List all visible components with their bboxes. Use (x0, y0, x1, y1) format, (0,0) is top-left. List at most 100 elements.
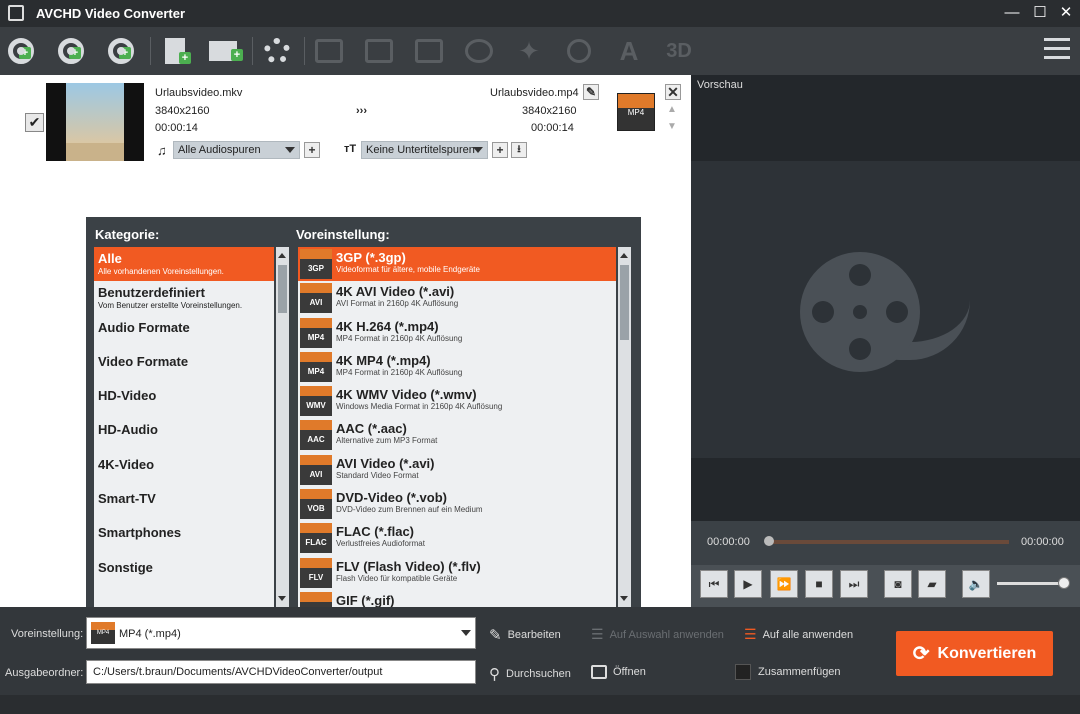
rename-button[interactable]: ✎ (583, 84, 599, 100)
category-item[interactable]: Benutzerdefiniert Vom Benutzer erstellte … (94, 281, 274, 315)
preset-description: MP4 Format in 2160p 4K Auflösung (336, 367, 463, 377)
preset-description: Standard Video Format (336, 470, 419, 480)
apply-all-icon: ☰ (744, 626, 757, 642)
seek-track[interactable] (766, 540, 1009, 544)
preset-description: Alternative zum MP3 Format (336, 436, 438, 446)
maximize-button[interactable]: ☐ (1030, 3, 1050, 23)
skip-forward-icon: ⏭ (848, 577, 860, 591)
preset-item[interactable]: FLV FLV (Flash Video) (*.flv) Flash Video … (298, 556, 616, 590)
convert-arrow: ››› (356, 105, 367, 117)
add-iso-button[interactable]: + (104, 35, 138, 67)
snapshot-folder-button[interactable]: ▰ (918, 570, 946, 598)
preset-item[interactable]: GIF GIF (*.gif) (298, 590, 616, 607)
preset-scrollbar[interactable] (618, 247, 631, 607)
edit-video-icon (365, 39, 393, 63)
category-header: Kategorie: (95, 227, 160, 242)
frame-step-button[interactable]: ⏩ (770, 570, 798, 598)
convert-button[interactable]: ⟳ Konvertieren (896, 631, 1053, 676)
preset-name: GIF (*.gif) (336, 592, 395, 607)
rotate-button[interactable] (462, 35, 496, 67)
bluray-icon: + (58, 38, 84, 64)
move-up-icon[interactable]: ▲ (667, 104, 677, 115)
edit-button[interactable] (362, 35, 396, 67)
preset-name: AAC (*.aac) (336, 421, 407, 437)
preset-item[interactable]: VOB DVD-Video (*.vob) DVD-Video zum Brenne… (298, 487, 616, 521)
category-item[interactable]: Sonstige (94, 556, 274, 590)
category-item[interactable]: HD-Video (94, 384, 274, 418)
preset-name: 4K H.264 (*.mp4) (336, 318, 439, 334)
category-item[interactable]: Audio Formate (94, 316, 274, 350)
add-file-button[interactable]: + (158, 35, 192, 67)
preset-description: Windows Media Format in 2160p 4K Auflösu… (336, 402, 503, 412)
preset-item[interactable]: 3GP 3GP (*.3gp) Videoformat für ältere, mo… (298, 247, 616, 282)
add-folder-button[interactable]: + (206, 35, 243, 67)
frame-step-icon: ⏩ (776, 577, 792, 591)
category-item[interactable]: Video Formate (94, 350, 274, 384)
category-item[interactable]: HD-Audio (94, 418, 274, 452)
preset-select[interactable]: MP4 MP4 (*.mp4) (86, 617, 476, 649)
category-item[interactable]: Smart-TV (94, 487, 274, 521)
edit-preset-button[interactable]: ✎ Bearbeiten (489, 626, 561, 644)
browse-button[interactable]: ⚲ Durchsuchen (489, 665, 571, 683)
3d-button[interactable]: 3D (662, 35, 696, 67)
volume-slider[interactable] (997, 582, 1067, 585)
edit-icon: ✎ (489, 627, 502, 644)
toolbar-separator (304, 37, 305, 65)
snapshot-button[interactable]: ◙ (884, 570, 912, 598)
preset-item[interactable]: MP4 4K H.264 (*.mp4) MP4 Format in 2160p 4… (298, 316, 616, 350)
preset-item[interactable]: AVI 4K AVI Video (*.avi) AVI Format in 216… (298, 281, 616, 315)
cut-button[interactable] (312, 35, 346, 67)
subtitle-select[interactable]: Keine Untertitelspuren (361, 141, 488, 159)
minimize-button[interactable]: — (1002, 3, 1022, 23)
apply-all-button[interactable]: ☰ Auf alle anwenden (744, 626, 853, 643)
preset-name: FLAC (*.flac) (336, 524, 414, 540)
music-note-icon: ♫ (157, 143, 167, 158)
play-button[interactable]: ▶ (734, 570, 762, 598)
preset-item[interactable]: AVI AVI Video (*.avi) Standard Video Forma… (298, 453, 616, 487)
stop-button[interactable]: ■ (805, 570, 833, 598)
seek-handle[interactable] (764, 536, 774, 546)
format-icon: FLAC (300, 523, 332, 554)
hamburger-menu-icon[interactable] (1044, 38, 1070, 60)
add-audio-button[interactable]: + (304, 142, 320, 158)
convert-icon: ⟳ (912, 643, 930, 665)
preset-item[interactable]: FLAC FLAC (*.flac) Verlustfreies Audioform… (298, 521, 616, 555)
remove-file-button[interactable]: ✕ (665, 84, 681, 100)
close-button[interactable]: ✕ (1056, 3, 1076, 23)
add-disc-button[interactable]: + (4, 35, 38, 67)
add-bluray-button[interactable]: + (54, 35, 88, 67)
preset-item[interactable]: AAC AAC (*.aac) Alternative zum MP3 Format (298, 418, 616, 452)
category-scrollbar[interactable] (276, 247, 289, 607)
skip-forward-button[interactable]: ⏭ (840, 570, 868, 598)
iso-icon: + (108, 38, 134, 64)
add-folder-icon: + (209, 41, 243, 61)
format-icon: AAC (300, 420, 332, 451)
settings-button[interactable] (260, 35, 294, 67)
output-folder-input[interactable]: C:/Users/t.braun/Documents/AVCHDVideoCon… (86, 660, 476, 684)
audio-track-select[interactable]: Alle Audiospuren (173, 141, 300, 159)
preset-item[interactable]: MP4 4K MP4 (*.mp4) MP4 Format in 2160p 4K … (298, 350, 616, 384)
skip-back-button[interactable]: ⏮ (700, 570, 728, 598)
open-folder-button[interactable]: Öffnen (591, 665, 646, 679)
volume-button[interactable]: 🔈 (962, 570, 990, 598)
mp4-format-icon: MP4 (91, 622, 115, 644)
category-item[interactable]: Alle Alle vorhandenen Voreinstellungen. (94, 247, 274, 282)
add-subtitle-button[interactable]: + (492, 142, 508, 158)
move-down-icon[interactable]: ▼ (667, 121, 677, 132)
category-item[interactable]: Smartphones (94, 521, 274, 555)
output-format-badge[interactable]: MP4 (617, 93, 655, 131)
film-reel-icon (800, 252, 920, 372)
category-item[interactable]: 4K-Video (94, 453, 274, 487)
contrast-button[interactable] (562, 35, 596, 67)
file-checkbox[interactable]: ✔ (25, 113, 44, 132)
category-name: Smartphones (98, 525, 182, 541)
merge-checkbox[interactable] (735, 664, 751, 680)
merge-button[interactable] (412, 35, 446, 67)
preview-label: Vorschau (697, 79, 743, 91)
effects-button[interactable]: ✦ (512, 35, 546, 67)
watermark-button[interactable]: A (612, 35, 646, 67)
volume-handle[interactable] (1057, 577, 1070, 589)
import-subtitle-button[interactable]: ⭳ (511, 142, 527, 158)
preset-item[interactable]: WMV 4K WMV Video (*.wmv) Windows Media For… (298, 384, 616, 418)
apply-selection-button[interactable]: ☰ Auf Auswahl anwenden (591, 626, 724, 643)
